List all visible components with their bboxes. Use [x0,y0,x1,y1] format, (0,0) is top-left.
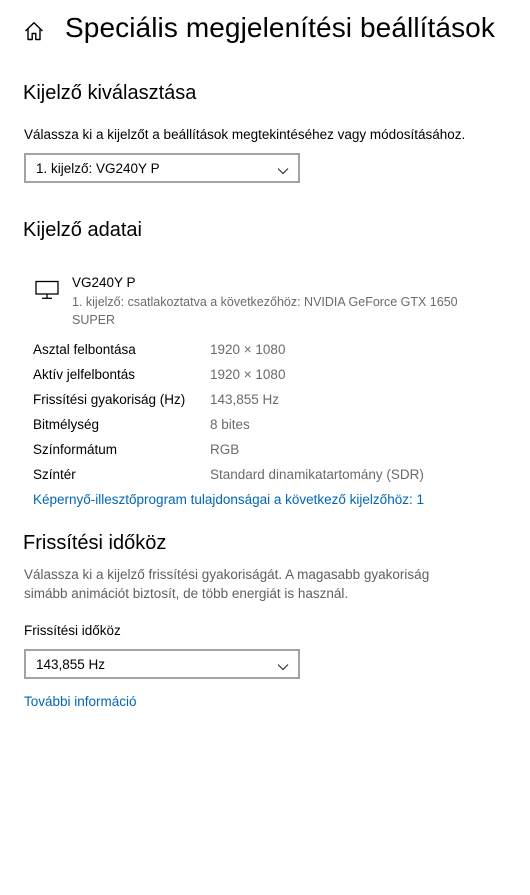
refresh-rate-heading: Frissítési időköz [23,532,167,554]
home-icon[interactable] [22,19,46,43]
prop-value-active-signal-resolution: 1920 × 1080 [210,367,286,382]
prop-value-bit-depth: 8 bites [210,417,250,432]
display-select-dropdown[interactable]: 1. kijelző: VG240Y P [24,153,300,183]
refresh-rate-field-label: Frissítési időköz [24,623,121,638]
display-adapter-properties-link[interactable]: Képernyő-illesztőprogram tulajdonságai a… [33,492,424,507]
prop-value-refresh-rate: 143,855 Hz [210,392,280,407]
chevron-down-icon [277,659,289,671]
page-header: Speciális megjelenítési beállítások [0,0,530,64]
prop-label-color-space: Színtér [33,467,76,482]
prop-label-refresh-rate: Frissítési gyakoriság (Hz) [33,392,186,407]
page-title: Speciális megjelenítési beállítások [65,12,495,43]
refresh-rate-value: 143,855 Hz [36,657,106,672]
choose-display-description: Válassza ki a kijelzőt a beállítások meg… [24,127,466,142]
prop-label-desktop-resolution: Asztal felbontása [33,342,136,357]
display-info-heading: Kijelző adatai [23,219,142,241]
device-description: 1. kijelző: csatlakoztatva a következőhö… [72,295,458,327]
prop-value-color-space: Standard dinamikatartomány (SDR) [210,467,424,482]
more-info-link[interactable]: További információ [24,694,137,709]
prop-value-desktop-resolution: 1920 × 1080 [210,342,286,357]
choose-display-heading: Kijelző kiválasztása [23,82,197,104]
device-name: VG240Y P [72,275,136,290]
monitor-icon [35,280,59,300]
refresh-rate-description: Válassza ki a kijelző frissítési gyakori… [24,567,430,601]
prop-label-bit-depth: Bitmélység [33,417,100,432]
refresh-rate-dropdown[interactable]: 143,855 Hz [24,649,300,679]
display-select-value: 1. kijelző: VG240Y P [36,161,160,176]
prop-value-color-format: RGB [210,442,240,457]
prop-label-color-format: Színformátum [33,442,118,457]
prop-label-active-signal-resolution: Aktív jelfelbontás [33,367,136,382]
chevron-down-icon [277,163,289,175]
